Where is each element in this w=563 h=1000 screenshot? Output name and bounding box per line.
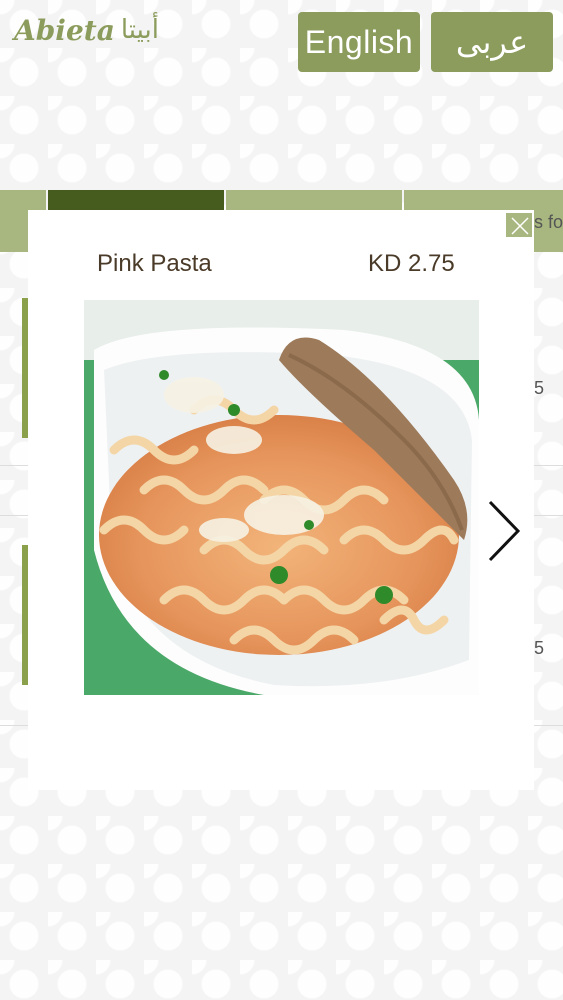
close-button[interactable] [505, 212, 533, 238]
brand-logo[interactable]: Abieta أبيتا [14, 8, 159, 52]
item-photo [84, 300, 479, 695]
menu-row-price: 5 [534, 638, 545, 658]
next-item-button[interactable] [484, 498, 524, 569]
english-language-button[interactable]: English [298, 12, 420, 72]
chevron-right-icon [488, 500, 521, 562]
pasta-photo [84, 300, 479, 695]
close-icon [511, 217, 529, 235]
app-header: Abieta أبيتا English عربى [0, 0, 563, 90]
tab-partial-label: s fo [534, 212, 563, 232]
menu-row-price: 5 [534, 378, 545, 398]
item-price: KD 2.75 [368, 250, 455, 277]
logo-arabic-text: أبيتا [120, 15, 159, 45]
logo-latin-text: Abieta [14, 13, 115, 47]
item-name: Pink Pasta [97, 250, 212, 277]
arabic-language-button[interactable]: عربى [431, 12, 553, 72]
